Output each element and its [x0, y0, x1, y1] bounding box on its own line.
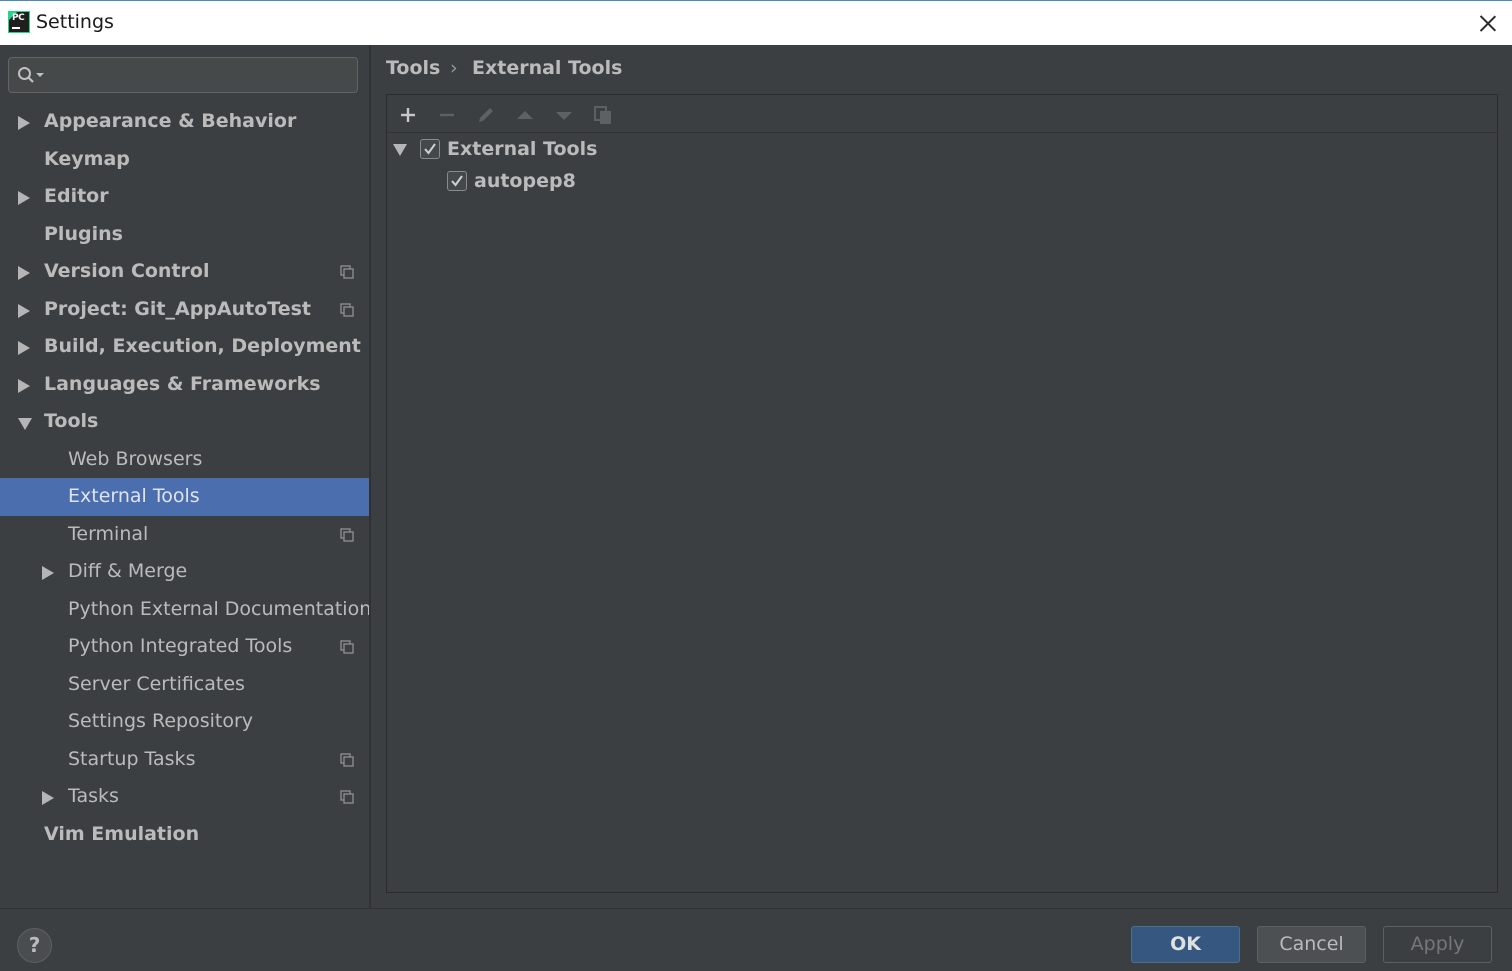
expand-arrow-icon[interactable] [42, 566, 54, 580]
sidebar-item-label: Settings Repository [68, 710, 253, 732]
sidebar-item-label: Diff & Merge [68, 560, 188, 582]
sidebar-item-label: Tasks [68, 785, 119, 807]
sidebar-item-label: Python Integrated Tools [68, 635, 293, 657]
copy-icon[interactable] [592, 104, 614, 126]
sidebar-item-label: Startup Tasks [68, 747, 196, 770]
sidebar-item-build-execution-deployment[interactable]: Build, Execution, Deployment [0, 328, 369, 366]
app-icon-text: PC [12, 13, 25, 23]
expand-arrow-icon[interactable] [18, 266, 30, 280]
sidebar-item-label: Project: Git_AppAutoTest [44, 297, 311, 320]
sidebar-item-keymap[interactable]: Keymap [0, 141, 369, 179]
cancel-button[interactable]: Cancel [1257, 926, 1366, 963]
help-button[interactable]: ? [17, 928, 52, 963]
breadcrumb-current: External Tools [472, 57, 623, 79]
sidebar-item-python-external-documentation[interactable]: Python External Documentation [0, 591, 372, 629]
sidebar-item-label: Appearance & Behavior [44, 110, 297, 132]
apply-button[interactable]: Apply [1383, 926, 1492, 963]
sidebar-item-terminal[interactable]: Terminal [0, 516, 369, 554]
title-bar: PC Settings [0, 0, 1512, 45]
sidebar-item-label: Build, Execution, Deployment [44, 335, 361, 357]
sidebar-item-diff-merge[interactable]: Diff & Merge [0, 553, 369, 591]
pycharm-app-icon: PC [8, 11, 30, 33]
tree-group-external-tools[interactable]: External Tools [387, 133, 1497, 165]
expand-arrow-icon[interactable] [18, 116, 30, 130]
search-icon [18, 67, 44, 83]
sidebar-item-server-certificates[interactable]: Server Certificates [0, 666, 369, 704]
expand-arrow-icon[interactable] [18, 303, 30, 318]
project-level-icon [340, 527, 354, 542]
settings-sidebar: Appearance & Behavior Keymap Editor Plugins… [0, 45, 372, 909]
sidebar-item-label: Version Control [44, 260, 210, 282]
expand-arrow-icon[interactable] [18, 341, 30, 355]
bottom-divider [0, 908, 1512, 909]
project-level-icon [340, 752, 354, 767]
pencil-icon[interactable] [475, 104, 497, 126]
sidebar-item-python-integrated-tools[interactable]: Python Integrated Tools [0, 628, 369, 666]
sidebar-item-web-browsers[interactable]: Web Browsers [0, 441, 369, 479]
sidebar-item-label: Languages & Frameworks [44, 372, 321, 395]
sidebar-item-label: Tools [44, 410, 99, 432]
minus-icon[interactable] [436, 104, 458, 126]
sidebar-item-external-tools[interactable]: External Tools [0, 478, 369, 516]
sidebar-item-label: External Tools [68, 485, 200, 507]
sidebar-divider [369, 45, 371, 909]
sidebar-item-vim-emulation[interactable]: Vim Emulation [0, 816, 369, 854]
sidebar-item-editor[interactable]: Editor [0, 178, 369, 216]
project-level-icon [340, 265, 354, 279]
sidebar-item-label: Web Browsers [68, 447, 203, 470]
tool-label: autopep8 [474, 170, 576, 192]
sidebar-item-label: Vim Emulation [44, 822, 200, 845]
group-checkbox[interactable] [420, 139, 440, 159]
sidebar-item-label: Terminal [68, 522, 149, 545]
sidebar-item-languages-frameworks[interactable]: Languages & Frameworks [0, 366, 369, 404]
sidebar-item-tasks[interactable]: Tasks [0, 778, 369, 816]
project-level-icon [340, 302, 354, 317]
project-level-icon [340, 790, 354, 804]
expand-arrow-icon[interactable] [393, 144, 407, 156]
expand-arrow-icon[interactable] [42, 791, 54, 805]
tree-item-autopep8[interactable]: autopep8 [387, 165, 1497, 197]
sidebar-item-label: Server Certificates [68, 672, 245, 695]
search-input[interactable] [8, 57, 358, 93]
sidebar-item-project-git-appautotest[interactable]: Project: Git_AppAutoTest [0, 291, 369, 329]
sidebar-item-appearance-behavior[interactable]: Appearance & Behavior [0, 103, 369, 141]
sidebar-item-version-control[interactable]: Version Control [0, 253, 369, 291]
expand-arrow-icon[interactable] [18, 191, 30, 205]
autopep8-checkbox[interactable] [447, 171, 467, 191]
window-title: Settings [36, 11, 114, 33]
plus-icon[interactable] [397, 104, 419, 126]
sidebar-item-tools[interactable]: Tools [0, 403, 369, 441]
sidebar-item-label: Keymap [44, 147, 130, 170]
sidebar-item-label: Plugins [44, 222, 123, 245]
external-tools-tree: External Tools autopep8 [387, 133, 1497, 197]
sidebar-item-label: Python External Documentation [68, 597, 372, 620]
project-level-icon [340, 640, 354, 654]
breadcrumb-parent[interactable]: Tools [386, 57, 440, 79]
move-down-icon[interactable] [553, 104, 575, 126]
group-label: External Tools [447, 138, 598, 160]
sidebar-item-settings-repository[interactable]: Settings Repository [0, 703, 369, 741]
external-tools-panel: External Tools autopep8 [386, 94, 1498, 893]
ok-button[interactable]: OK [1131, 926, 1240, 963]
move-up-icon[interactable] [514, 104, 536, 126]
sidebar-item-startup-tasks[interactable]: Startup Tasks [0, 741, 369, 779]
sidebar-item-label: Editor [44, 185, 109, 207]
close-icon[interactable] [1474, 10, 1502, 38]
settings-tree: Appearance & Behavior Keymap Editor Plugins… [0, 103, 372, 854]
breadcrumb-separator-icon: › [450, 57, 458, 79]
expand-arrow-icon[interactable] [18, 378, 30, 393]
collapse-arrow-icon[interactable] [18, 418, 32, 430]
tools-toolbar [387, 95, 1497, 133]
sidebar-item-plugins[interactable]: Plugins [0, 216, 369, 254]
